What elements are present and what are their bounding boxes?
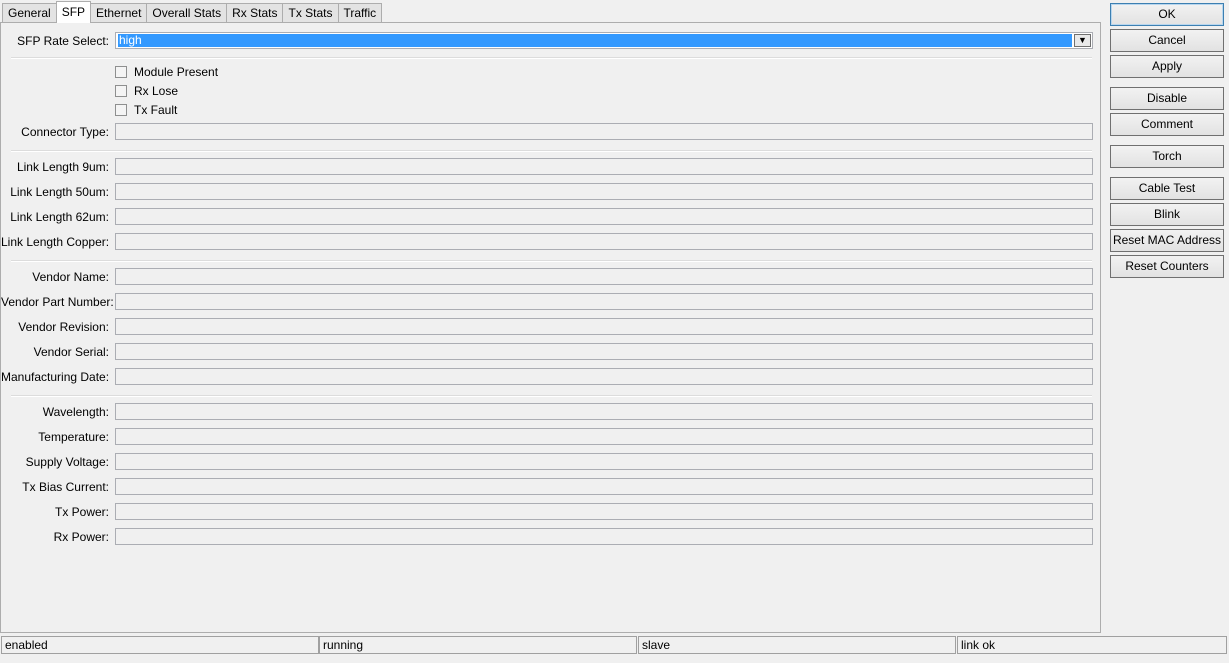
status-running: running — [319, 636, 637, 654]
tab-tx-stats[interactable]: Tx Stats — [282, 3, 339, 23]
link-length-50um-field — [115, 183, 1093, 200]
comment-button[interactable]: Comment — [1110, 113, 1224, 136]
link-length-9um-field — [115, 158, 1093, 175]
tab-rx-stats[interactable]: Rx Stats — [226, 3, 284, 23]
tab-general[interactable]: General — [2, 3, 57, 23]
blink-button[interactable]: Blink — [1110, 203, 1224, 226]
rx-power-label: Rx Power: — [53, 530, 109, 544]
reset-mac-address-button[interactable]: Reset MAC Address — [1110, 229, 1224, 252]
connector-type-field — [115, 123, 1093, 140]
apply-button[interactable]: Apply — [1110, 55, 1224, 78]
sfp-panel: SFP Rate Select: high ▼ Module Present R… — [0, 22, 1101, 633]
dropdown-arrow-icon[interactable]: ▼ — [1074, 34, 1091, 47]
tx-bias-current-label: Tx Bias Current: — [22, 480, 109, 494]
separator — [11, 57, 1092, 59]
sfp-rate-select-label: SFP Rate Select: — [17, 34, 109, 48]
separator — [11, 395, 1092, 397]
vendor-part-number-field — [115, 293, 1093, 310]
vendor-revision-label: Vendor Revision: — [18, 320, 109, 334]
link-length-62um-label: Link Length 62um: — [10, 210, 109, 224]
rx-lose-label: Rx Lose — [134, 84, 179, 98]
status-slave: slave — [638, 636, 956, 654]
tab-traffic[interactable]: Traffic — [337, 3, 383, 23]
tab-overall-stats[interactable]: Overall Stats — [146, 3, 228, 23]
vendor-serial-label: Vendor Serial: — [33, 345, 109, 359]
tab-bar: General SFP Ethernet Overall Stats Rx St… — [2, 1, 383, 23]
separator — [11, 260, 1092, 262]
status-enabled: enabled — [1, 636, 319, 654]
ok-button[interactable]: OK — [1110, 3, 1224, 26]
vendor-name-field — [115, 268, 1093, 285]
checkbox-box-icon[interactable] — [115, 104, 127, 116]
cancel-button[interactable]: Cancel — [1110, 29, 1224, 52]
link-length-62um-field — [115, 208, 1093, 225]
checkbox-box-icon[interactable] — [115, 66, 127, 78]
manufacturing-date-field — [115, 368, 1093, 385]
checkbox-box-icon[interactable] — [115, 85, 127, 97]
wavelength-field — [115, 403, 1093, 420]
tx-fault-label: Tx Fault — [134, 103, 178, 117]
vendor-part-number-label: Vendor Part Number: — [1, 295, 114, 309]
link-length-9um-label: Link Length 9um: — [16, 160, 109, 174]
status-bar: enabled running slave link ok — [0, 635, 1229, 663]
reset-counters-button[interactable]: Reset Counters — [1110, 255, 1224, 278]
disable-button[interactable]: Disable — [1110, 87, 1224, 110]
tx-fault-checkbox[interactable]: Tx Fault — [115, 102, 177, 118]
interface-window: General SFP Ethernet Overall Stats Rx St… — [0, 0, 1229, 663]
cable-test-button[interactable]: Cable Test — [1110, 177, 1224, 200]
tab-ethernet[interactable]: Ethernet — [90, 3, 148, 23]
vendor-name-label: Vendor Name: — [32, 270, 109, 284]
tx-bias-current-field — [115, 478, 1093, 495]
tx-power-field — [115, 503, 1093, 520]
separator — [11, 150, 1092, 152]
supply-voltage-field — [115, 453, 1093, 470]
link-length-copper-label: Link Length Copper: — [1, 235, 110, 249]
module-present-checkbox[interactable]: Module Present — [115, 64, 218, 80]
supply-voltage-label: Supply Voltage: — [25, 455, 109, 469]
rx-power-field — [115, 528, 1093, 545]
temperature-field — [115, 428, 1093, 445]
sfp-rate-select-value[interactable]: high — [118, 34, 1072, 47]
torch-button[interactable]: Torch — [1110, 145, 1224, 168]
manufacturing-date-label: Manufacturing Date: — [1, 370, 110, 384]
status-link: link ok — [957, 636, 1227, 654]
sfp-rate-select-dropdown[interactable]: high ▼ — [115, 32, 1093, 49]
tab-sfp[interactable]: SFP — [55, 1, 92, 23]
connector-type-label: Connector Type: — [21, 125, 109, 139]
module-present-label: Module Present — [134, 65, 219, 79]
tx-power-label: Tx Power: — [54, 505, 109, 519]
vendor-revision-field — [115, 318, 1093, 335]
vendor-serial-field — [115, 343, 1093, 360]
wavelength-label: Wavelength: — [42, 405, 109, 419]
link-length-copper-field — [115, 233, 1093, 250]
link-length-50um-label: Link Length 50um: — [10, 185, 109, 199]
temperature-label: Temperature: — [38, 430, 109, 444]
rx-lose-checkbox[interactable]: Rx Lose — [115, 83, 178, 99]
